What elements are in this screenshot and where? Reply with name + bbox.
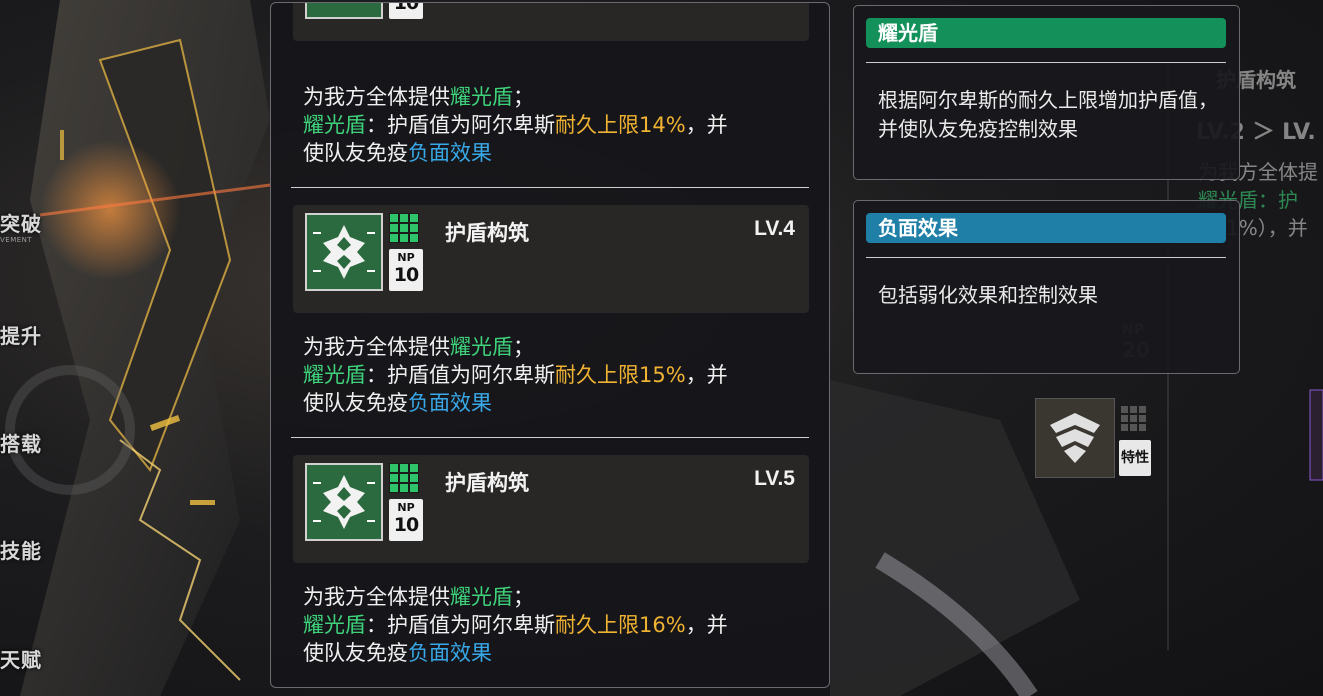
- grid-icon: [389, 463, 419, 493]
- trait-slot[interactable]: 特性: [1035, 398, 1153, 480]
- grid-icon: [1119, 404, 1149, 434]
- shield-build-icon: [305, 463, 383, 541]
- skill-level-header: NP 10 护盾构筑 LV.4: [293, 205, 809, 313]
- skill-level: LV.4: [754, 217, 795, 240]
- divider: [291, 437, 809, 438]
- shield-build-icon: [305, 3, 383, 19]
- skill-level: LV.5: [754, 467, 795, 490]
- np-badge: NP 10: [389, 249, 423, 291]
- np-badge: NP 10: [389, 3, 423, 19]
- skill-description: 为我方全体提供耀光盾； 耀光盾：护盾值为阿尔卑斯耐久上限15%，并 使队友免疫负…: [303, 335, 728, 415]
- skill-description: 为我方全体提供耀光盾； 耀光盾：护盾值为阿尔卑斯耐久上限16%，并 使队友免疫负…: [303, 585, 728, 665]
- tooltip-shield: 耀光盾 根据阿尔卑斯的耐久上限增加护盾值，并使队友免疫控制效果: [853, 5, 1240, 180]
- skill-level-header-partial: NP 10: [293, 3, 809, 41]
- tooltip-debuff: 负面效果 包括弱化效果和控制效果: [853, 200, 1240, 374]
- tooltip-title: 负面效果: [866, 213, 1226, 243]
- nav-sub-label: VEMENT: [0, 236, 33, 244]
- nav-item-talent[interactable]: 天赋: [0, 644, 42, 673]
- skill-name: 护盾构筑: [445, 471, 529, 495]
- side-navigation: 突破 VEMENT 提升 搭载 技能 天赋: [0, 0, 60, 696]
- skill-level-header: NP 10 护盾构筑 LV.5: [293, 455, 809, 563]
- trait-badge: 特性: [1119, 440, 1151, 476]
- nav-item-breakthrough[interactable]: 突破: [0, 208, 42, 237]
- trait-emblem-icon: [1035, 398, 1115, 478]
- tooltip-title: 耀光盾: [866, 18, 1226, 48]
- nav-item-upgrade[interactable]: 提升: [0, 320, 42, 349]
- tooltip-text: 根据阿尔卑斯的耐久上限增加护盾值，并使队友免疫控制效果: [878, 88, 1218, 141]
- divider: [866, 62, 1226, 63]
- nav-item-skills[interactable]: 技能: [0, 535, 42, 564]
- np-badge: NP 10: [389, 499, 423, 541]
- shield-build-icon: [305, 213, 383, 291]
- grid-icon: [389, 213, 419, 243]
- divider: [291, 187, 809, 188]
- nav-item-equip[interactable]: 搭载: [0, 428, 42, 457]
- tooltip-text: 包括弱化效果和控制效果: [878, 283, 1098, 307]
- divider: [866, 257, 1226, 258]
- skill-name: 护盾构筑: [445, 221, 529, 245]
- skill-description: 为我方全体提供耀光盾； 耀光盾：护盾值为阿尔卑斯耐久上限14%，并 使队友免疫负…: [303, 85, 728, 165]
- skill-detail-panel[interactable]: NP 10 为我方全体提供耀光盾； 耀光盾：护盾值为阿尔卑斯耐久上限14%，并 …: [270, 2, 830, 688]
